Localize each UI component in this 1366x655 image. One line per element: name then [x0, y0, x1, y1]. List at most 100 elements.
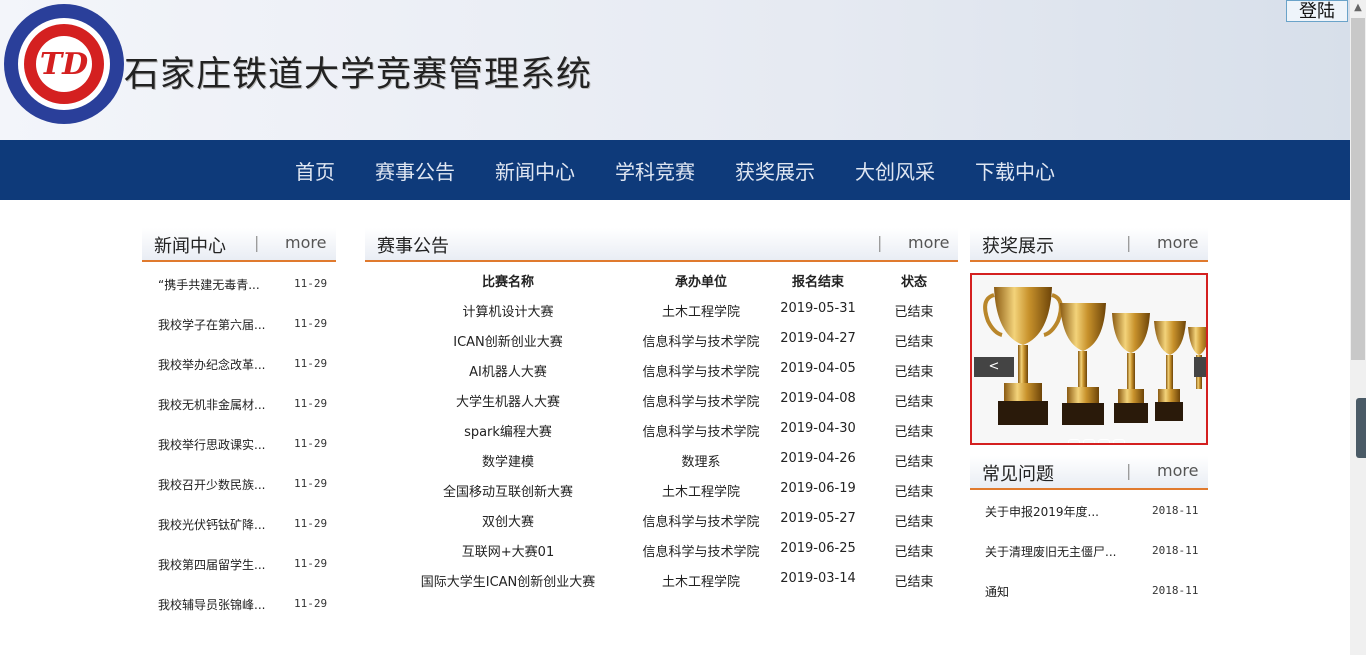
- notices-panel-separator: |: [877, 233, 883, 252]
- status-cell: 已结束: [894, 425, 934, 440]
- scrollbar-thumb[interactable]: [1351, 18, 1365, 360]
- nav-item-awards[interactable]: 获奖展示: [735, 156, 815, 185]
- carousel-dot[interactable]: [1113, 439, 1125, 443]
- awards-panel-title: 获奖展示: [982, 236, 1054, 257]
- login-button[interactable]: 登陆: [1286, 0, 1348, 22]
- competition-name-link[interactable]: 互联网+大赛01: [398, 541, 618, 560]
- faq-item[interactable]: 关于申报2019年度...: [985, 503, 1099, 520]
- university-logo: TD: [4, 4, 124, 124]
- awards-more-link[interactable]: more: [1157, 233, 1198, 252]
- news-item-date: 11-29: [294, 477, 328, 490]
- carousel-next-button[interactable]: [1194, 357, 1206, 377]
- status-cell: 已结束: [894, 395, 934, 410]
- faq-item[interactable]: 关于清理废旧无主僵尸...: [985, 543, 1116, 560]
- site-header: TD 石家庄铁道大学竞赛管理系统: [0, 0, 1350, 140]
- notices-panel-header: 赛事公告 | more: [365, 228, 958, 262]
- awards-carousel[interactable]: <: [970, 273, 1208, 445]
- notices-more-link[interactable]: more: [908, 233, 949, 252]
- organizer-cell: 土木工程学院: [661, 305, 740, 320]
- deadline-cell: 2019-05-27: [780, 511, 856, 526]
- faq-panel-title: 常见问题: [982, 464, 1054, 485]
- competition-name-link[interactable]: 数学建模: [398, 451, 618, 470]
- faq-item-date: 2018-11: [1152, 504, 1199, 517]
- status-cell: 已结束: [894, 575, 934, 590]
- status-cell: 已结束: [894, 365, 934, 380]
- competition-name-link[interactable]: spark编程大赛: [398, 421, 618, 440]
- competition-name-link[interactable]: 国际大学生ICAN创新创业大赛: [398, 571, 618, 590]
- competition-name-link[interactable]: 计算机设计大赛: [398, 301, 618, 320]
- notices-panel-title: 赛事公告: [377, 236, 449, 257]
- deadline-cell: 2019-03-14: [780, 571, 856, 586]
- side-widget-handle[interactable]: [1356, 398, 1366, 458]
- table-header-status: 状态: [900, 275, 927, 290]
- organizer-cell: 信息科学与技术学院: [642, 515, 760, 530]
- organizer-cell: 土木工程学院: [661, 575, 740, 590]
- news-item-date: 11-29: [294, 517, 328, 530]
- faq-item-date: 2018-11: [1152, 544, 1199, 557]
- table-header-organizer: 承办单位: [674, 275, 727, 290]
- news-item[interactable]: 我校召开少数民族...: [158, 476, 265, 493]
- faq-panel-separator: |: [1126, 461, 1132, 480]
- competition-name-link[interactable]: 大学生机器人大赛: [398, 391, 618, 410]
- faq-item-date: 2018-11: [1152, 584, 1199, 597]
- nav-item-competitions[interactable]: 学科竞赛: [615, 156, 695, 185]
- carousel-dot[interactable]: [1068, 439, 1080, 443]
- logo-initials: TD: [40, 47, 88, 82]
- news-item-date: 11-29: [294, 437, 328, 450]
- news-item[interactable]: 我校举办纪念改革...: [158, 356, 265, 373]
- faq-item[interactable]: 通知: [985, 583, 1009, 600]
- news-item[interactable]: 我校学子在第六届...: [158, 316, 265, 333]
- deadline-cell: 2019-04-05: [780, 361, 856, 376]
- news-item[interactable]: 我校辅导员张锦峰...: [158, 596, 265, 613]
- carousel-prev-button[interactable]: <: [974, 357, 1014, 377]
- deadline-cell: 2019-04-26: [780, 451, 856, 466]
- competition-name-link[interactable]: 双创大赛: [398, 511, 618, 530]
- nav-item-innovation[interactable]: 大创风采: [855, 156, 935, 185]
- deadline-cell: 2019-06-25: [780, 541, 856, 556]
- news-item-date: 11-29: [294, 357, 328, 370]
- nav-item-home[interactable]: 首页: [295, 156, 335, 185]
- deadline-cell: 2019-04-27: [780, 331, 856, 346]
- organizer-cell: 信息科学与技术学院: [642, 425, 760, 440]
- news-item[interactable]: “携手共建无毒青...: [158, 276, 260, 293]
- news-panel-separator: |: [254, 233, 260, 252]
- news-item[interactable]: 我校第四届留学生...: [158, 556, 265, 573]
- faq-panel-header: 常见问题 | more: [970, 456, 1208, 490]
- organizer-cell: 土木工程学院: [661, 485, 740, 500]
- organizer-cell: 信息科学与技术学院: [642, 395, 760, 410]
- competition-name-link[interactable]: 全国移动互联创新大赛: [398, 481, 618, 500]
- carousel-dot[interactable]: [1083, 439, 1095, 443]
- news-item-date: 11-29: [294, 557, 328, 570]
- deadline-cell: 2019-04-30: [780, 421, 856, 436]
- news-item-date: 11-29: [294, 317, 328, 330]
- deadline-cell: 2019-04-08: [780, 391, 856, 406]
- awards-panel-header: 获奖展示 | more: [970, 228, 1208, 262]
- news-item[interactable]: 我校无机非金属材...: [158, 396, 265, 413]
- awards-panel-separator: |: [1126, 233, 1132, 252]
- nav-item-downloads[interactable]: 下载中心: [975, 156, 1055, 185]
- status-cell: 已结束: [894, 515, 934, 530]
- status-cell: 已结束: [894, 545, 934, 560]
- news-item-date: 11-29: [294, 397, 328, 410]
- status-cell: 已结束: [894, 485, 934, 500]
- status-cell: 已结束: [894, 455, 934, 470]
- carousel-dots: [1068, 432, 1128, 443]
- news-panel-title: 新闻中心: [154, 236, 226, 257]
- table-header-name: 比赛名称: [481, 275, 534, 290]
- nav-item-news[interactable]: 新闻中心: [495, 156, 575, 185]
- deadline-cell: 2019-05-31: [780, 301, 856, 316]
- news-more-link[interactable]: more: [285, 233, 326, 252]
- organizer-cell: 信息科学与技术学院: [642, 545, 760, 560]
- faq-more-link[interactable]: more: [1157, 461, 1198, 480]
- carousel-dot[interactable]: [1098, 439, 1110, 443]
- scroll-up-icon[interactable]: ▲: [1350, 0, 1366, 16]
- main-nav: 首页 赛事公告 新闻中心 学科竞赛 获奖展示 大创风采 下载中心: [0, 140, 1350, 200]
- news-item[interactable]: 我校光伏钙钛矿降...: [158, 516, 265, 533]
- competition-name-link[interactable]: ICAN创新创业大赛: [398, 331, 618, 350]
- competition-name-link[interactable]: AI机器人大赛: [398, 361, 618, 380]
- organizer-cell: 数理系: [681, 455, 721, 470]
- nav-item-notices[interactable]: 赛事公告: [375, 156, 455, 185]
- news-item[interactable]: 我校举行思政课实...: [158, 436, 265, 453]
- news-item-date: 11-29: [294, 597, 328, 610]
- news-panel-header: 新闻中心 | more: [142, 228, 336, 262]
